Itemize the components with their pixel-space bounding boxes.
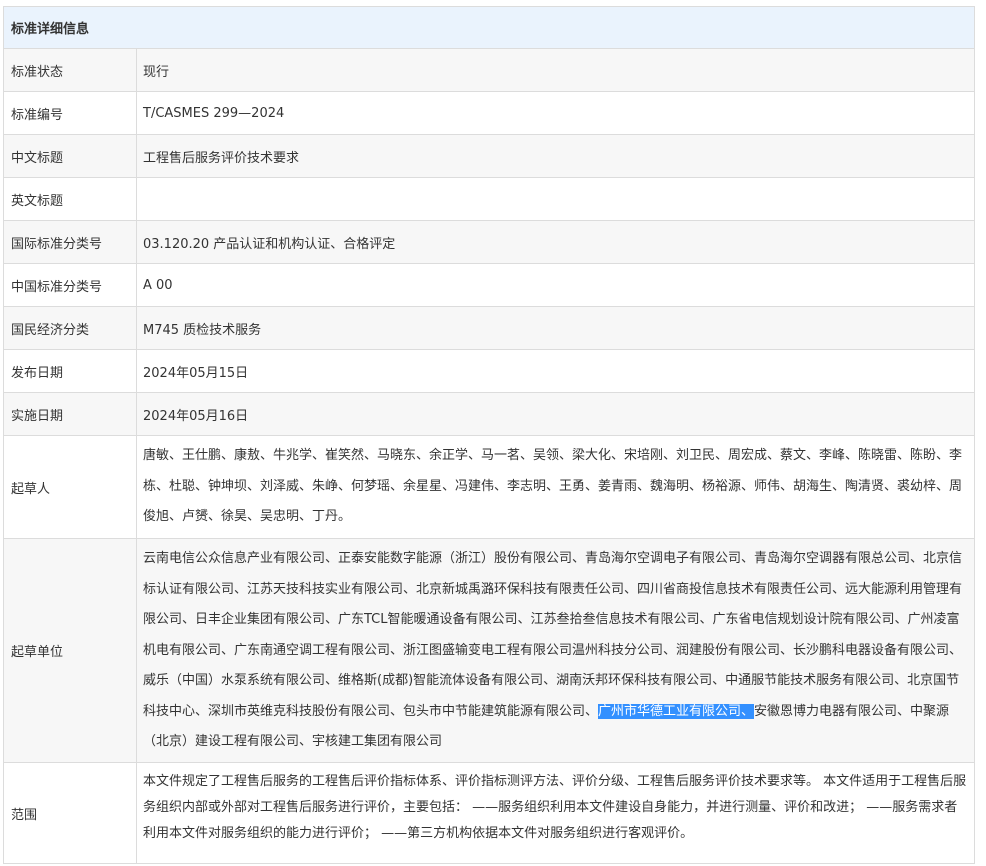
row-value (137, 178, 974, 220)
row-label: 标准编号 (4, 92, 137, 134)
row-value: 03.120.20 产品认证和机构认证、合格评定 (143, 236, 396, 252)
row-label: 国际标准分类号 (4, 221, 137, 263)
row-effective-date: 实施日期 2024年05月16日 (4, 393, 974, 436)
row-value: 2024年05月15日 (143, 365, 249, 381)
row-drafting-units: 起草单位 云南电信公众信息产业有限公司、正泰安能数字能源（浙江）股份有限公司、青… (4, 539, 974, 763)
row-value: 云南电信公众信息产业有限公司、正泰安能数字能源（浙江）股份有限公司、青岛海尔空调… (137, 539, 974, 762)
selected-text[interactable]: 广州市华德工业有限公司、 (598, 703, 755, 719)
row-number: 标准编号 T/CASMES 299—2024 (4, 92, 974, 135)
row-value: T/CASMES 299—2024 (143, 105, 285, 121)
units-text: 云南电信公众信息产业有限公司、正泰安能数字能源（浙江）股份有限公司、青岛海尔空调… (143, 551, 963, 719)
row-label: 英文标题 (4, 178, 137, 220)
row-label: 起草单位 (4, 539, 137, 762)
row-value: 2024年05月16日 (143, 408, 249, 424)
row-value: M745 质检技术服务 (143, 322, 262, 338)
row-ccs: 中国标准分类号 A 00 (4, 264, 974, 307)
row-value: 现行 (143, 64, 170, 80)
row-cn-title: 中文标题 工程售后服务评价技术要求 (4, 135, 974, 178)
standard-detail-table: 标准详细信息 标准状态 现行 标准编号 T/CASMES 299—2024 中文… (3, 6, 975, 864)
row-label: 中文标题 (4, 135, 137, 177)
table-header: 标准详细信息 (4, 7, 974, 49)
row-label: 发布日期 (4, 350, 137, 392)
row-econ: 国民经济分类 M745 质检技术服务 (4, 307, 974, 350)
row-label: 国民经济分类 (4, 307, 137, 349)
row-label: 范围 (4, 763, 137, 863)
row-status: 标准状态 现行 (4, 49, 974, 92)
row-en-title: 英文标题 (4, 178, 974, 221)
row-value: 唐敏、王仕鹏、康敖、牛兆学、崔笑然、马晓东、余正学、马一茗、吴领、梁大化、宋培刚… (143, 448, 963, 524)
row-label: 中国标准分类号 (4, 264, 137, 306)
row-label: 起草人 (4, 436, 137, 538)
row-value: 工程售后服务评价技术要求 (143, 150, 300, 166)
row-ics: 国际标准分类号 03.120.20 产品认证和机构认证、合格评定 (4, 221, 974, 264)
row-label: 标准状态 (4, 49, 137, 91)
row-value: A 00 (143, 277, 173, 293)
row-label: 实施日期 (4, 393, 137, 435)
row-drafters: 起草人 唐敏、王仕鹏、康敖、牛兆学、崔笑然、马晓东、余正学、马一茗、吴领、梁大化… (4, 436, 974, 539)
row-value: 本文件规定了工程售后服务的工程售后评价指标体系、评价指标测评方法、评价分级、工程… (143, 774, 967, 841)
row-publish-date: 发布日期 2024年05月15日 (4, 350, 974, 393)
row-scope: 范围 本文件规定了工程售后服务的工程售后评价指标体系、评价指标测评方法、评价分级… (4, 763, 974, 864)
